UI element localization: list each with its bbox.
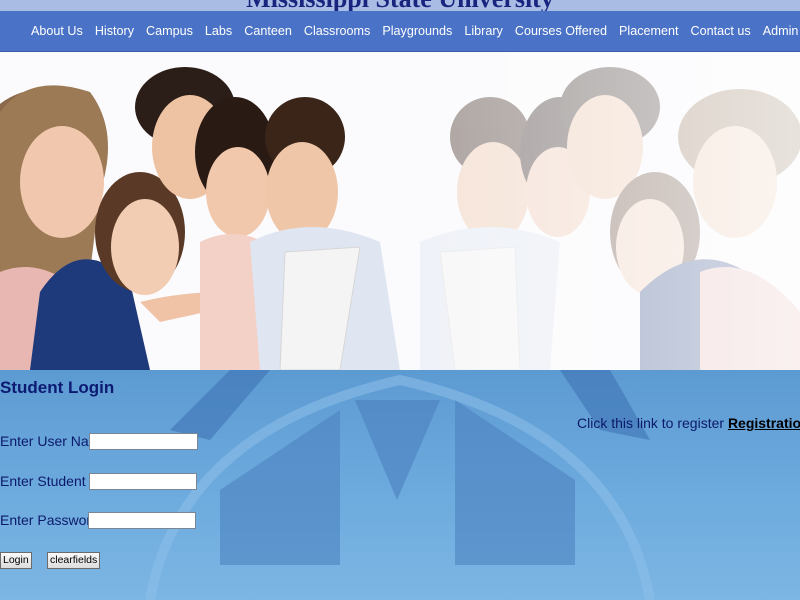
nav-item-about-us[interactable]: About Us [31,24,83,38]
login-button[interactable]: Login [0,552,32,569]
password-input[interactable] [88,512,196,529]
login-title: Student Login [0,378,115,397]
nav-item-classrooms[interactable]: Classrooms [304,24,370,38]
username-input[interactable] [89,433,198,450]
hero-students-image [0,52,800,370]
register-prompt: Click this link to register Registration [577,415,800,431]
nav-item-history[interactable]: History [95,24,134,38]
nav-list: About Us History Campus Labs Canteen Cla… [31,11,798,51]
nav-item-library[interactable]: Library [464,24,503,38]
main-navigation-bar: About Us History Campus Labs Canteen Cla… [0,11,800,52]
student-id-input[interactable] [89,473,197,490]
register-prompt-text: Click this link to register [577,415,725,431]
nav-item-playgrounds[interactable]: Playgrounds [382,24,452,38]
site-title: Mississippi State University [0,0,800,11]
registration-link[interactable]: Registration [728,415,800,431]
nav-item-canteen[interactable]: Canteen [244,24,292,38]
nav-item-labs[interactable]: Labs [205,24,232,38]
nav-item-courses-offered[interactable]: Courses Offered [515,24,607,38]
nav-item-contact-us[interactable]: Contact us [691,24,751,38]
nav-item-placement[interactable]: Placement [619,24,679,38]
login-section: Student Login Enter User Name Enter Stud… [0,370,800,600]
hero-banner [0,52,800,370]
top-header-strip: Mississippi State University [0,0,800,11]
nav-item-campus[interactable]: Campus [146,24,193,38]
student-id-label: Enter Student ID [0,473,104,489]
clear-fields-button[interactable]: clearfields [47,552,101,569]
nav-item-admin[interactable]: Admin [763,24,799,38]
